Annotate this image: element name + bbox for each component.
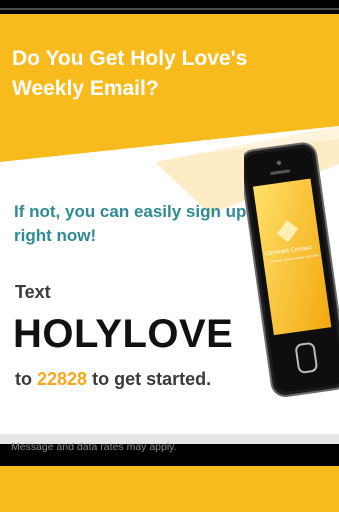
shortcode-instruction: to 22828 to get started. [15,369,211,390]
headline: Do You Get Holy Love's Weekly Email? [12,47,248,100]
subheading: If not, you can easily sign up right now… [14,202,247,245]
bottom-yellow-band [0,466,339,512]
instruction-suffix: to get started. [92,369,212,389]
disclaimer: Message and data rates may apply. [11,441,177,453]
shortcode: 22828 [37,369,88,389]
sms-signup-flyer: Do You Get Holy Love's Weekly Email? If … [0,0,339,512]
top-black-bar [0,0,339,14]
to-word: to [15,369,32,389]
text-label: Text [15,282,51,302]
keyword: HOLYLOVE [13,312,234,356]
smartphone-illustration: Constant Contact Connect. Communicate. A… [244,142,339,397]
top-divider [0,8,339,10]
